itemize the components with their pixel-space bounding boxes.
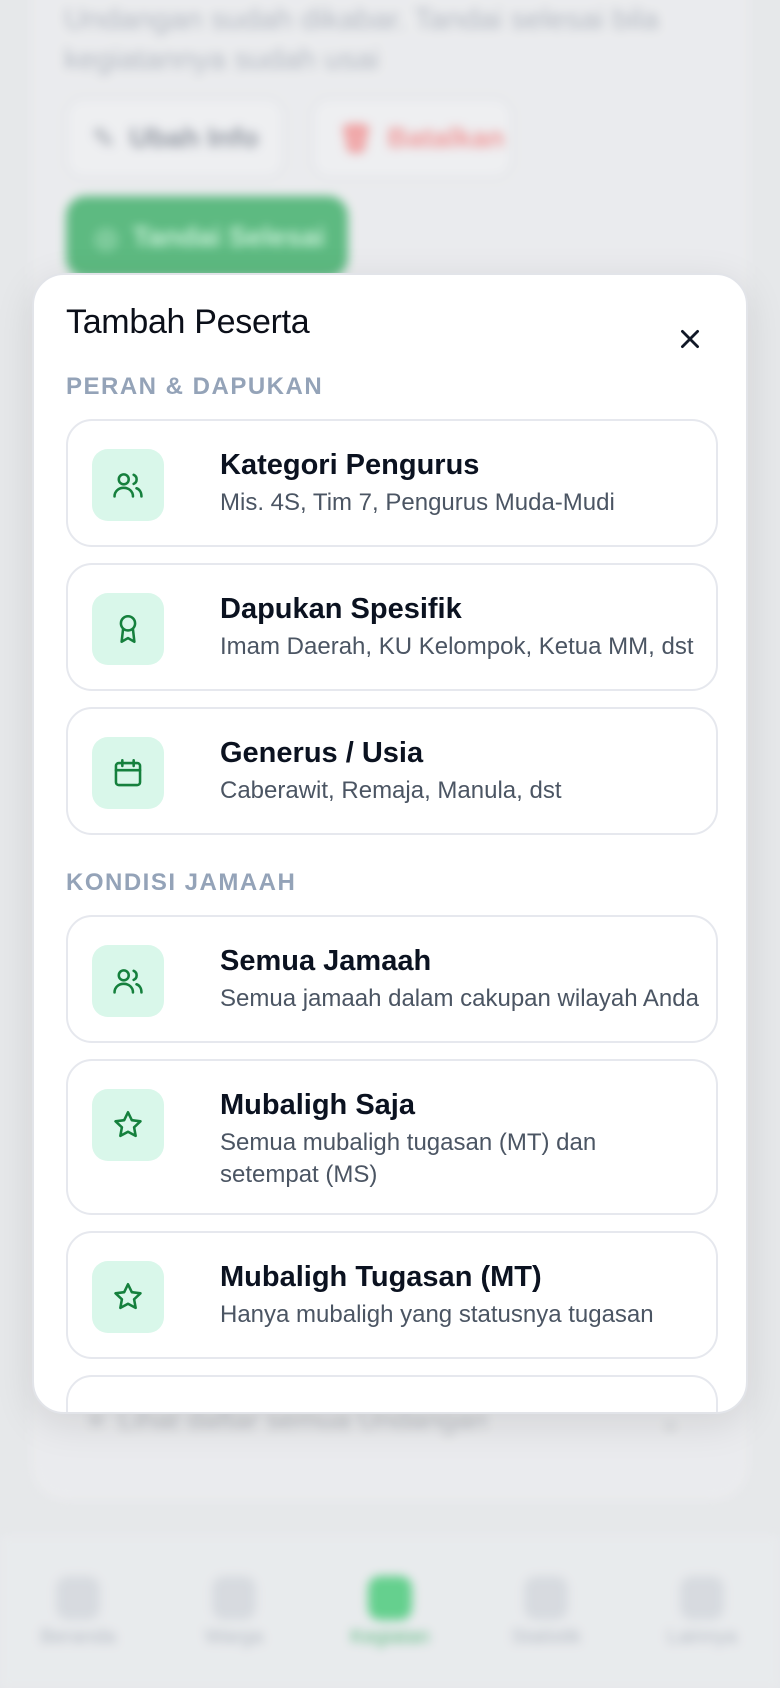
- section-label-peran-dapukan: PERAN & DAPUKAN: [66, 373, 324, 400]
- option-title: Mubaligh Saja: [220, 1089, 415, 1121]
- option-kategori-pengurus[interactable]: Kategori Pengurus Mis. 4S, Tim 7, Pengur…: [66, 419, 718, 547]
- option-icon-box: [92, 449, 164, 521]
- option-title: Mubaligh Tugasan (MT): [220, 1261, 542, 1293]
- section-label-kondisi-jamaah: KONDISI JAMAAH: [66, 869, 297, 896]
- add-participant-modal: Tambah Peserta PERAN & DAPUKAN Kategori …: [32, 273, 748, 1414]
- option-icon-box: [92, 1261, 164, 1333]
- option-icon-box: [92, 945, 164, 1017]
- star-icon: [114, 1282, 142, 1310]
- option-generus-usia[interactable]: Generus / Usia Caberawit, Remaja, Manula…: [66, 707, 718, 835]
- option-description: Imam Daerah, KU Kelompok, Ketua MM, dst: [220, 633, 694, 660]
- option-description: Hanya mubaligh yang statusnya tugasan: [220, 1301, 654, 1328]
- option-title: Kategori Pengurus: [220, 449, 480, 481]
- award-icon: [119, 614, 137, 644]
- option-icon-box: [92, 593, 164, 665]
- option-mubaligh-saja[interactable]: Mubaligh Saja Semua mubaligh tugasan (MT…: [66, 1059, 718, 1215]
- option-description: Caberawit, Remaja, Manula, dst: [220, 777, 562, 804]
- star-icon: [114, 1110, 142, 1138]
- calendar-icon: [114, 758, 142, 787]
- option-mubaligh-tugasan[interactable]: Mubaligh Tugasan (MT) Hanya mubaligh yan…: [66, 1231, 718, 1359]
- option-dapukan-spesifik[interactable]: Dapukan Spesifik Imam Daerah, KU Kelompo…: [66, 563, 718, 691]
- close-button[interactable]: [670, 319, 710, 359]
- users-icon: [113, 473, 143, 498]
- users-icon: [113, 969, 143, 994]
- option-next-partial[interactable]: [66, 1375, 718, 1412]
- option-semua-jamaah[interactable]: Semua Jamaah Semua jamaah dalam cakupan …: [66, 915, 718, 1043]
- modal-title: Tambah Peserta: [66, 303, 310, 341]
- option-title: Semua Jamaah: [220, 945, 432, 977]
- close-icon: [681, 330, 699, 348]
- option-description: Semua jamaah dalam cakupan wilayah Anda: [220, 985, 699, 1012]
- option-title: Generus / Usia: [220, 737, 424, 769]
- option-icon-box: [92, 737, 164, 809]
- option-icon-box: [92, 1089, 164, 1161]
- option-title: Dapukan Spesifik: [220, 593, 462, 625]
- option-description: Mis. 4S, Tim 7, Pengurus Muda-Mudi: [220, 489, 615, 516]
- option-description: Semua mubaligh tugasan (MT) dan setempat…: [220, 1129, 597, 1188]
